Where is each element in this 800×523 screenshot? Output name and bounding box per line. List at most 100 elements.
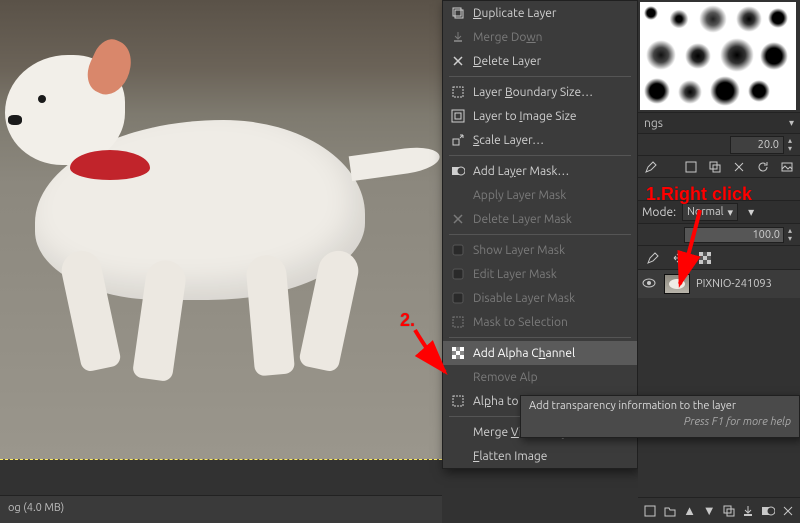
tooltip-help: Press F1 for more help — [529, 416, 791, 428]
menu-scale-layer[interactable]: Scale Layer… — [443, 128, 637, 152]
menu-separator — [449, 155, 631, 156]
layer-row[interactable]: PIXNIO-241093 — [638, 270, 800, 298]
mask-to-selection-icon — [449, 315, 467, 329]
duplicate-layer-icon[interactable] — [721, 502, 738, 520]
subject-dog-collar — [70, 150, 150, 180]
menu-label: Scale Layer… — [473, 134, 629, 147]
lock-position-icon[interactable] — [670, 249, 688, 267]
right-panel: ngs ▾ 20.0 ▴ ▾ Mode: — [638, 0, 800, 523]
new-brush-icon[interactable] — [682, 158, 700, 176]
menu-edit-layer-mask: Edit Layer Mask — [443, 262, 637, 286]
raise-layer-icon[interactable]: ▲ — [681, 502, 698, 520]
menu-label: Merge Down — [473, 31, 629, 44]
spacing-stepper[interactable]: ▴ ▾ — [784, 136, 796, 154]
opacity-value: 100.0 — [752, 229, 780, 241]
merge-down-icon[interactable] — [740, 502, 757, 520]
visibility-toggle-icon[interactable] — [642, 276, 658, 292]
menu-separator — [449, 234, 631, 235]
chevron-down-icon[interactable]: ▾ — [748, 205, 754, 219]
tooltip: Add transparency information to the laye… — [520, 395, 800, 438]
menu-add-alpha-channel[interactable]: Add Alpha Channel — [443, 341, 637, 365]
mode-select[interactable]: Normal ▾ — [682, 203, 738, 221]
delete-icon — [449, 54, 467, 68]
menu-separator — [449, 337, 631, 338]
menu-label: Disable Layer Mask — [473, 292, 629, 305]
layer-name[interactable]: PIXNIO-241093 — [696, 278, 772, 290]
fit-image-icon — [449, 109, 467, 123]
delete-layer-icon[interactable] — [779, 502, 796, 520]
step-down-icon[interactable]: ▾ — [784, 235, 796, 243]
menu-flatten-image[interactable]: Flatten Image — [443, 444, 637, 468]
brush-toolbar — [638, 156, 800, 178]
menu-label: Duplicate Layer — [473, 7, 629, 20]
status-bar: og (4.0 MB) — [0, 495, 442, 523]
spacing-row: 20.0 ▴ ▾ — [638, 134, 800, 156]
panel-gap — [638, 178, 800, 200]
menu-label: Delete Layer — [473, 55, 629, 68]
opacity-stepper[interactable]: ▴ ▾ — [784, 226, 796, 244]
menu-label: Layer to Image Size — [473, 110, 629, 123]
delete-mask-icon — [449, 212, 467, 226]
menu-label: Delete Layer Mask — [473, 213, 629, 226]
new-group-icon[interactable] — [662, 502, 679, 520]
brushes-grid[interactable] — [640, 2, 796, 110]
menu-delete-layer[interactable]: Delete Layer — [443, 49, 637, 73]
spacing-input[interactable]: 20.0 — [730, 136, 784, 154]
duplicate-brush-icon[interactable] — [706, 158, 724, 176]
checkbox-icon — [449, 244, 467, 256]
menu-layer-boundary-size[interactable]: Layer Boundary Size… — [443, 80, 637, 104]
subject-dog-nose — [8, 115, 22, 125]
subject-dog-tail — [349, 144, 442, 181]
menu-separator — [449, 76, 631, 77]
refresh-brushes-icon[interactable] — [754, 158, 772, 176]
menu-label: Remove Alp — [473, 371, 629, 384]
lock-pixels-icon[interactable] — [644, 249, 662, 267]
open-as-image-icon[interactable] — [778, 158, 796, 176]
new-layer-icon[interactable] — [642, 502, 659, 520]
menu-label: Add Alpha Channel — [473, 347, 629, 360]
merge-down-icon — [449, 30, 467, 44]
menu-disable-layer-mask: Disable Layer Mask — [443, 286, 637, 310]
boundary-icon — [449, 85, 467, 99]
add-mask-icon[interactable] — [760, 502, 777, 520]
menu-label: Flatten Image — [473, 450, 629, 463]
duplicate-icon — [449, 6, 467, 20]
menu-merge-down: Merge Down — [443, 25, 637, 49]
lock-row — [638, 246, 800, 270]
menu-label: Edit Layer Mask — [473, 268, 629, 281]
menu-label: Mask to Selection — [473, 316, 629, 329]
menu-apply-layer-mask: Apply Layer Mask — [443, 183, 637, 207]
menu-label: Add Layer Mask… — [473, 165, 629, 178]
menu-label: Layer Boundary Size… — [473, 86, 629, 99]
opacity-slider[interactable]: 100.0 — [684, 227, 784, 243]
checkbox-icon — [449, 292, 467, 304]
alpha-icon — [449, 346, 467, 360]
chevron-down-icon[interactable]: ▾ — [789, 117, 794, 129]
menu-mask-to-selection: Mask to Selection — [443, 310, 637, 334]
menu-label: Show Layer Mask — [473, 244, 629, 257]
lower-layer-icon[interactable]: ▼ — [701, 502, 718, 520]
layer-thumbnail — [664, 274, 690, 294]
layers-toolbar: ▲ ▼ — [638, 497, 800, 523]
subject-dog-eye — [38, 95, 46, 103]
image-content — [0, 0, 442, 460]
panel-tab-label: ngs — [644, 117, 663, 130]
lock-alpha-icon[interactable] — [696, 249, 714, 267]
menu-layer-to-image-size[interactable]: Layer to Image Size — [443, 104, 637, 128]
checkbox-icon — [449, 268, 467, 280]
menu-add-layer-mask[interactable]: Add Layer Mask… — [443, 159, 637, 183]
opacity-row: 100.0 ▴ ▾ — [638, 224, 800, 246]
delete-brush-icon[interactable] — [730, 158, 748, 176]
spacing-value: 20.0 — [758, 139, 779, 151]
menu-duplicate-layer[interactable]: Duplicate Layer — [443, 1, 637, 25]
edit-brush-icon[interactable] — [642, 158, 660, 176]
add-mask-icon — [449, 164, 467, 178]
scale-icon — [449, 133, 467, 147]
step-down-icon[interactable]: ▾ — [784, 145, 796, 153]
layer-mode-row: Mode: Normal ▾ ▾ — [638, 200, 800, 224]
canvas-area[interactable] — [0, 0, 442, 460]
mode-label: Mode: — [642, 206, 676, 219]
status-text: og (4.0 MB) — [8, 502, 64, 514]
tooltip-text: Add transparency information to the laye… — [529, 400, 791, 412]
panel-tab-bar[interactable]: ngs ▾ — [638, 112, 800, 134]
